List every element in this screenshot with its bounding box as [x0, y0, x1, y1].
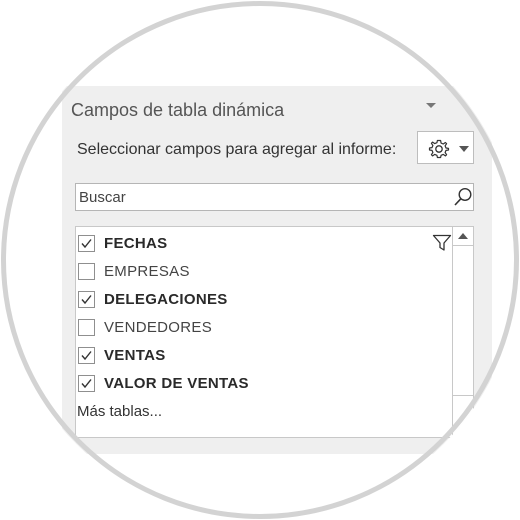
field-label-delegaciones: DELEGACIONES	[104, 291, 228, 308]
field-item-empresas[interactable]: EMPRESAS	[77, 260, 447, 284]
settings-dropdown-caret-icon	[459, 146, 469, 152]
scroll-up-button[interactable]	[453, 227, 473, 246]
field-label-empresas: EMPRESAS	[104, 263, 190, 280]
scroll-up-arrow-icon	[458, 233, 468, 239]
pane-title: Campos de tabla dinámica	[71, 100, 285, 120]
field-label-ventas: VENTAS	[104, 347, 166, 364]
filter-icon[interactable]	[432, 234, 452, 252]
checkmark-icon	[81, 351, 92, 361]
field-label-vendedores: VENDEDORES	[104, 319, 213, 336]
scroll-thumb[interactable]	[453, 246, 473, 396]
field-item-fechas[interactable]: FECHAS	[77, 232, 452, 256]
field-label-fechas: FECHAS	[104, 235, 168, 252]
field-selection-prompt: Seleccionar campos para agregar al infor…	[77, 141, 397, 158]
field-search-box[interactable]	[75, 183, 474, 211]
circular-crop-frame: Campos de tabla dinámica Seleccionar cam…	[0, 0, 520, 520]
checkmark-icon	[81, 379, 92, 389]
field-item-delegaciones[interactable]: DELEGACIONES	[77, 288, 447, 312]
checkmark-icon	[81, 295, 92, 305]
field-checkbox-valor-de-ventas[interactable]	[78, 375, 95, 392]
field-item-valor-de-ventas[interactable]: VALOR DE VENTAS	[77, 372, 447, 396]
field-checkbox-fechas[interactable]	[78, 235, 95, 252]
pane-options-chevron-icon[interactable]	[426, 103, 436, 108]
pivot-field-list-pane: Campos de tabla dinámica Seleccionar cam…	[62, 86, 492, 454]
field-item-vendedores[interactable]: VENDEDORES	[77, 316, 447, 340]
pivot-field-list: FECHAS EMPRESAS DELEGACIONES VENDEDORES	[75, 226, 474, 438]
checkmark-icon	[81, 239, 92, 249]
more-tables-link[interactable]: Más tablas...	[77, 403, 162, 420]
field-item-ventas[interactable]: VENTAS	[77, 344, 447, 368]
field-label-valor-de-ventas: VALOR DE VENTAS	[104, 375, 249, 392]
search-icon[interactable]	[453, 187, 473, 207]
gear-icon	[428, 139, 450, 159]
field-checkbox-delegaciones[interactable]	[78, 291, 95, 308]
field-checkbox-empresas[interactable]	[78, 263, 95, 280]
field-checkbox-ventas[interactable]	[78, 347, 95, 364]
field-search-input[interactable]	[79, 187, 439, 207]
field-list-settings-button[interactable]	[417, 131, 474, 164]
field-checkbox-vendedores[interactable]	[78, 319, 95, 336]
field-list-scrollbar[interactable]	[452, 227, 473, 437]
